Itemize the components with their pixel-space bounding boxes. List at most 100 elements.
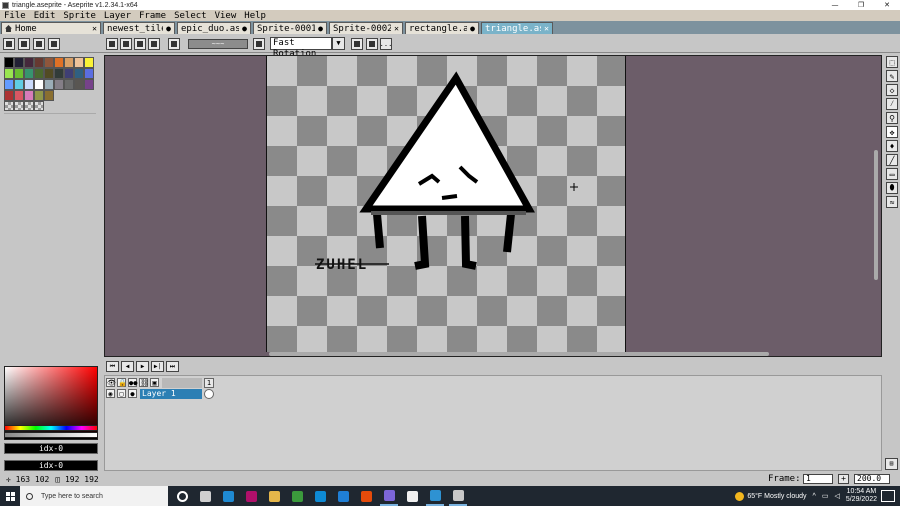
foreground-color-button[interactable]: idx-0: [4, 443, 98, 454]
taskbar-search[interactable]: Type here to search: [20, 486, 168, 506]
frame-header-1[interactable]: 1: [204, 377, 214, 388]
palette-swatch[interactable]: [34, 79, 44, 90]
palette-swatch[interactable]: [44, 90, 54, 101]
menu-frame[interactable]: Frame: [139, 11, 166, 21]
timeline-toggle-icon[interactable]: ▤: [885, 458, 898, 470]
palette-swatch[interactable]: [34, 101, 44, 111]
palette-swatch[interactable]: [4, 90, 14, 101]
palette-swatch[interactable]: [4, 57, 14, 68]
palette-swatch[interactable]: [64, 68, 74, 79]
new-frame-icon[interactable]: [33, 38, 45, 50]
palette-swatch[interactable]: [74, 57, 84, 68]
palette-swatch[interactable]: [54, 68, 64, 79]
palette-swatch[interactable]: [14, 90, 24, 101]
layer-row[interactable]: ◉ ▢ ● Layer 1: [105, 388, 214, 399]
rotation-algorithm-select[interactable]: Fast Rotation: [270, 37, 332, 59]
eraser-icon[interactable]: ◇: [886, 84, 898, 96]
continuous-icon[interactable]: ●: [128, 389, 137, 398]
tray-chevron-icon[interactable]: ^: [813, 493, 816, 500]
menu-edit[interactable]: Edit: [34, 11, 56, 21]
palette-swatch[interactable]: [34, 90, 44, 101]
menu-layer[interactable]: Layer: [104, 11, 131, 21]
vertical-scrollbar[interactable]: [874, 150, 878, 280]
modified-dot-icon[interactable]: ●: [470, 24, 475, 33]
menu-file[interactable]: File: [4, 11, 26, 21]
palette-swatch[interactable]: [24, 101, 34, 111]
tab-sprite-0002[interactable]: Sprite-0002 ✕: [329, 22, 403, 34]
link-header-icon[interactable]: ⛓: [139, 378, 149, 387]
minimize-button[interactable]: —: [822, 0, 848, 10]
menu-select[interactable]: Select: [174, 11, 207, 21]
taskbar-app-icon[interactable]: [242, 486, 260, 506]
snap-icon[interactable]: [351, 38, 363, 50]
hue-slider[interactable]: [4, 425, 98, 431]
layer-name[interactable]: Layer 1: [140, 388, 202, 399]
more-options-button[interactable]: ...: [380, 38, 392, 50]
horizontal-scrollbar[interactable]: [269, 352, 769, 356]
grid-icon[interactable]: [48, 38, 60, 50]
tab-newest-tileset[interactable]: newest_tileset.a ●: [103, 22, 175, 34]
cel-frame-1[interactable]: [204, 388, 214, 399]
eye-icon[interactable]: ◉: [106, 389, 115, 398]
background-color-button[interactable]: idx-0: [4, 460, 98, 471]
onion-skin-icon[interactable]: ▣: [150, 378, 159, 387]
palette-swatch[interactable]: [4, 101, 14, 111]
modified-dot-icon[interactable]: ●: [318, 24, 323, 33]
lock-icon[interactable]: [3, 38, 15, 50]
palette-swatch[interactable]: [74, 68, 84, 79]
move-icon[interactable]: ✥: [886, 126, 898, 138]
tab-triangle[interactable]: triangle.asepri ✕: [481, 22, 553, 34]
pencil-icon[interactable]: ✎: [886, 70, 898, 82]
volume-icon[interactable]: ◁: [834, 492, 839, 500]
blur-icon[interactable]: ≈: [886, 196, 898, 208]
tab-sprite-0001[interactable]: Sprite-0001 ●: [253, 22, 327, 34]
menu-sprite[interactable]: Sprite: [63, 11, 96, 21]
notification-icon[interactable]: [881, 490, 895, 502]
lock-header-icon[interactable]: 🔒: [117, 378, 127, 387]
zoom-icon[interactable]: ⚲: [886, 112, 898, 124]
eyedropper-icon[interactable]: ⁄: [886, 98, 898, 110]
palette-swatch[interactable]: [64, 79, 74, 90]
taskbar-clock[interactable]: 10:54 AM 5/29/2022: [846, 488, 877, 504]
taskbar-app-icon[interactable]: [173, 486, 191, 506]
taskbar-app-icon[interactable]: [288, 486, 306, 506]
previous-frame-button[interactable]: ◀: [121, 361, 134, 372]
weather-text[interactable]: 65°F Mostly cloudy: [747, 493, 806, 500]
selection-intersect-icon[interactable]: [148, 38, 160, 50]
taskbar-app-icon[interactable]: [357, 486, 375, 506]
chevron-down-icon[interactable]: ▼: [332, 37, 345, 50]
sprite-canvas[interactable]: ZUHEL: [266, 56, 626, 352]
network-icon[interactable]: ▭: [822, 492, 829, 500]
fill-icon[interactable]: ♦: [886, 140, 898, 152]
play-button[interactable]: ▶: [136, 361, 149, 372]
palette-swatch[interactable]: [34, 68, 44, 79]
drop-pixels-icon[interactable]: [366, 38, 378, 50]
palette-swatch[interactable]: [14, 57, 24, 68]
tab-epic-duo[interactable]: epic_duo.asepri ●: [177, 22, 251, 34]
palette-swatch[interactable]: [14, 79, 24, 90]
ellipse-icon[interactable]: ⬮: [886, 182, 898, 194]
pivot-icon[interactable]: [253, 38, 265, 50]
palette-swatch[interactable]: [14, 68, 24, 79]
selection-replace-icon[interactable]: [106, 38, 118, 50]
palette-swatch[interactable]: [64, 57, 74, 68]
palette-swatch[interactable]: [84, 68, 94, 79]
frame-input[interactable]: 1: [803, 474, 833, 484]
palette-swatch[interactable]: [44, 68, 54, 79]
modified-dot-icon[interactable]: ●: [166, 24, 171, 33]
taskbar-app-icon[interactable]: [311, 486, 329, 506]
taskbar-app-icon[interactable]: [219, 486, 237, 506]
selection-icon[interactable]: ⬚: [886, 56, 898, 68]
taskbar-app-icon[interactable]: [426, 486, 444, 506]
taskbar-app-icon[interactable]: [403, 486, 421, 506]
transparent-color-icon[interactable]: [168, 38, 180, 50]
modified-dot-icon[interactable]: ●: [242, 24, 247, 33]
taskbar-app-icon[interactable]: [449, 486, 467, 506]
close-window-button[interactable]: ✕: [874, 0, 900, 10]
palette-swatch[interactable]: [24, 68, 34, 79]
taskbar-app-icon[interactable]: [334, 486, 352, 506]
rectangle-icon[interactable]: ▭: [886, 168, 898, 180]
first-frame-button[interactable]: ⏮: [106, 361, 119, 372]
palette-swatch[interactable]: [24, 57, 34, 68]
menu-help[interactable]: Help: [244, 11, 266, 21]
